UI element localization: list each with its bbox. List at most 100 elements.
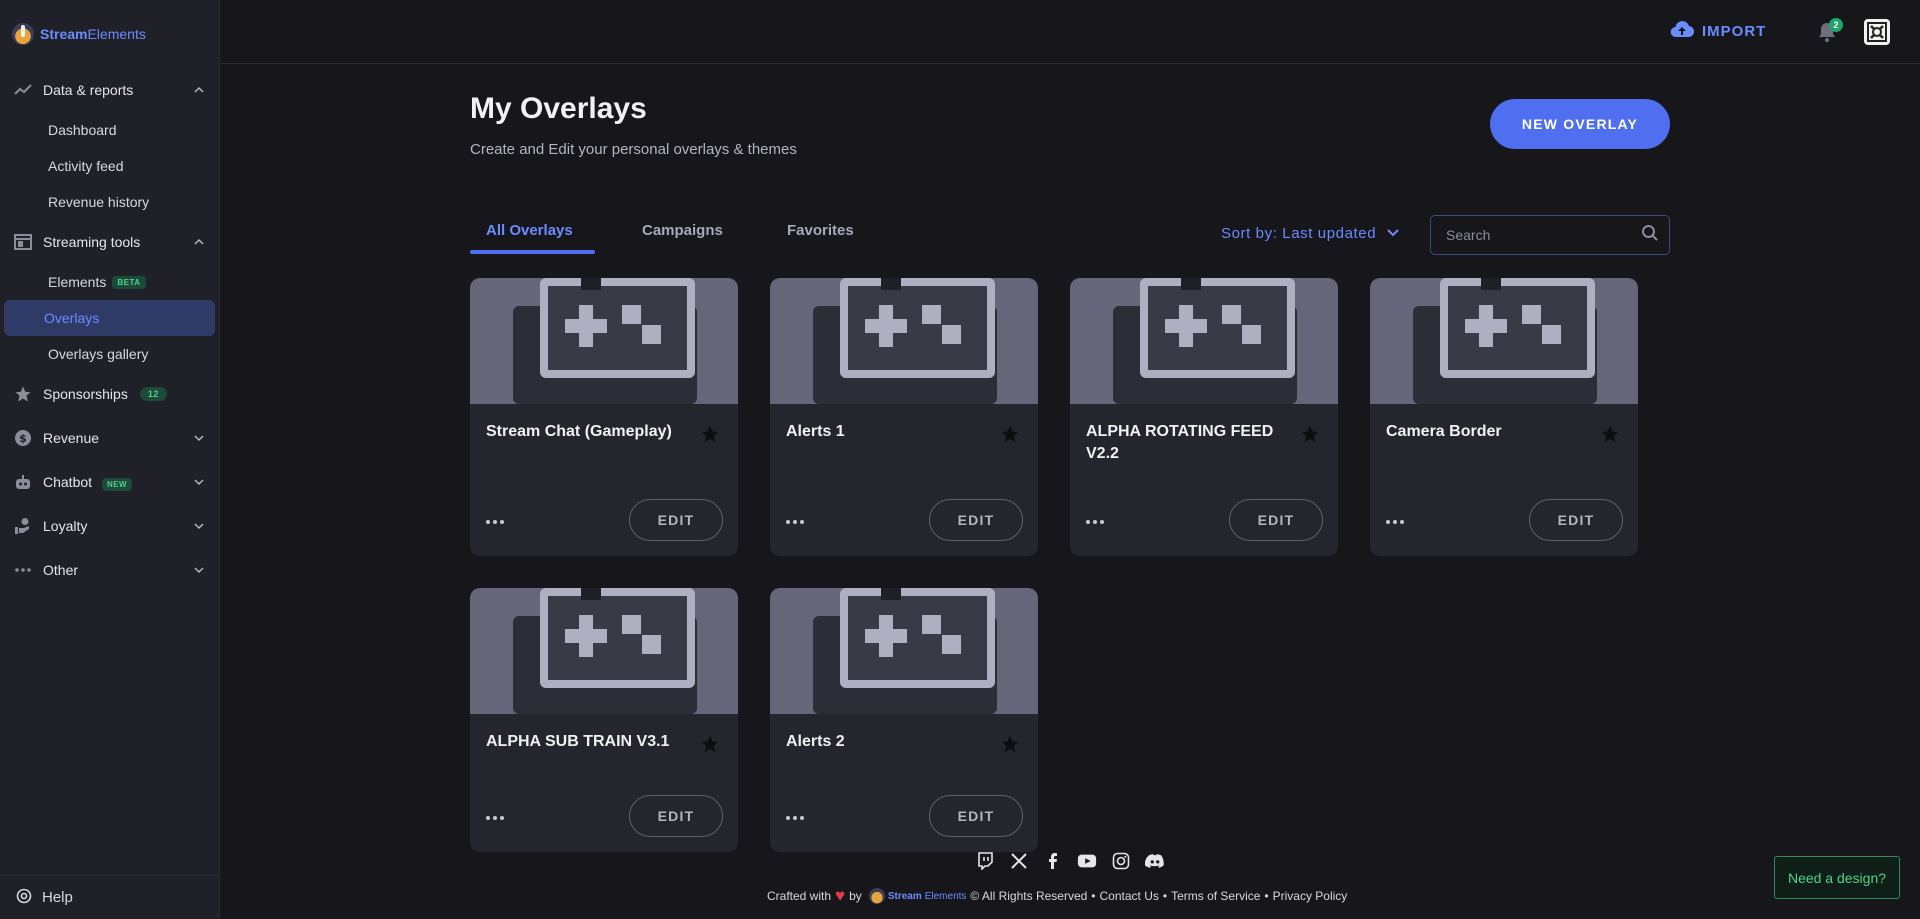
overlay-card[interactable]: Alerts 1 EDIT: [770, 278, 1038, 556]
favorite-star-icon[interactable]: [700, 734, 720, 754]
overlay-card[interactable]: Camera Border EDIT: [1370, 278, 1638, 556]
overlay-thumbnail[interactable]: [470, 588, 738, 714]
youtube-icon[interactable]: [1077, 851, 1097, 871]
sidebar-group-label: Sponsorships: [43, 386, 128, 402]
heart-icon: ♥: [835, 886, 846, 905]
brand-logo[interactable]: StreamElements: [0, 0, 219, 68]
help-link[interactable]: Help: [0, 875, 220, 919]
favorite-star-icon[interactable]: [700, 424, 720, 444]
crafted-with-text: Crafted with: [767, 889, 832, 903]
sidebar-item-revenue-history[interactable]: Revenue history: [4, 184, 215, 220]
more-options-icon[interactable]: [486, 816, 506, 822]
terms-of-service-link[interactable]: Terms of Service: [1171, 889, 1260, 903]
tab-campaigns[interactable]: Campaigns: [642, 222, 723, 239]
page-title: My Overlays: [470, 92, 647, 125]
sidebar-group-streaming-tools[interactable]: Streaming tools: [0, 220, 219, 264]
cloud-upload-icon: [1670, 20, 1695, 42]
edit-button[interactable]: EDIT: [929, 795, 1023, 837]
loyalty-hand-icon: [14, 517, 32, 535]
brand-prefix: Stream: [40, 26, 88, 42]
sidebar-item-overlays[interactable]: Overlays: [4, 300, 215, 336]
chevron-up-icon: [193, 84, 205, 96]
notification-count-badge: 2: [1829, 18, 1843, 32]
brand-suffix: Elements: [87, 26, 146, 42]
overlay-thumbnail[interactable]: [770, 588, 1038, 714]
sidebar-item-elements[interactable]: Elements BETA: [4, 264, 215, 300]
svg-text:$: $: [19, 432, 27, 445]
social-links: [975, 851, 1165, 871]
overlay-thumbnail[interactable]: [1070, 278, 1338, 404]
footer: Crafted with ♥ by Stream Elements © All R…: [767, 886, 1348, 905]
sidebar-group-data-reports[interactable]: Data & reports: [0, 68, 219, 112]
more-options-icon[interactable]: [786, 816, 806, 822]
topbar: [221, 0, 1920, 64]
search-input[interactable]: [1446, 227, 1641, 243]
sidebar-group-chatbot[interactable]: Chatbot NEW: [0, 460, 219, 504]
x-icon[interactable]: [1009, 851, 1029, 871]
more-options-icon[interactable]: [1086, 520, 1106, 526]
favorite-star-icon[interactable]: [1600, 424, 1620, 444]
edit-button[interactable]: EDIT: [1529, 499, 1623, 541]
active-tab-indicator: [470, 250, 595, 254]
privacy-policy-link[interactable]: Privacy Policy: [1273, 889, 1348, 903]
edit-button[interactable]: EDIT: [629, 499, 723, 541]
favorite-star-icon[interactable]: [1300, 424, 1320, 444]
sponsorships-count-badge: 12: [139, 387, 167, 401]
chevron-down-icon: [193, 564, 205, 576]
overlay-title: Stream Chat (Gameplay): [486, 423, 672, 440]
overlay-title: ALPHA ROTATING FEED V2.2: [1086, 423, 1274, 462]
overlay-card[interactable]: Alerts 2 EDIT: [770, 588, 1038, 852]
gamepad-icon: [840, 588, 995, 688]
sidebar-item-overlays-gallery[interactable]: Overlays gallery: [4, 336, 215, 372]
gamepad-icon: [1440, 278, 1595, 378]
beta-badge: BETA: [112, 275, 146, 289]
tab-favorites[interactable]: Favorites: [787, 222, 854, 239]
edit-button[interactable]: EDIT: [1229, 499, 1323, 541]
edit-button[interactable]: EDIT: [629, 795, 723, 837]
more-options-icon[interactable]: [786, 520, 806, 526]
sidebar-item-activity-feed[interactable]: Activity feed: [4, 148, 215, 184]
more-options-icon[interactable]: [1386, 520, 1406, 526]
need-a-design-button[interactable]: Need a design?: [1774, 856, 1900, 899]
avatar[interactable]: [1864, 19, 1890, 45]
favorite-star-icon[interactable]: [1000, 424, 1020, 444]
overlay-thumbnail[interactable]: [770, 278, 1038, 404]
search-box: [1430, 215, 1670, 255]
overlay-thumbnail[interactable]: [470, 278, 738, 404]
overlay-card[interactable]: ALPHA SUB TRAIN V3.1 EDIT: [470, 588, 738, 852]
sort-dropdown[interactable]: Sort by: Last updated: [1221, 225, 1400, 242]
favorite-star-icon[interactable]: [1000, 734, 1020, 754]
new-overlay-button[interactable]: NEW OVERLAY: [1490, 99, 1670, 149]
import-button[interactable]: IMPORT: [1670, 20, 1766, 42]
overlay-title: Camera Border: [1386, 423, 1502, 440]
gamepad-icon: [540, 278, 695, 378]
sidebar-item-dashboard[interactable]: Dashboard: [4, 112, 215, 148]
facebook-icon[interactable]: [1043, 851, 1063, 871]
sidebar-group-label: Revenue: [43, 430, 100, 446]
edit-button[interactable]: EDIT: [929, 499, 1023, 541]
sidebar-group-loyalty[interactable]: Loyalty: [0, 504, 219, 548]
gamepad-icon: [840, 278, 995, 378]
sidebar-group-other[interactable]: Other: [0, 548, 219, 592]
search-icon[interactable]: [1641, 224, 1659, 247]
help-label: Help: [42, 889, 73, 906]
sidebar-group-sponsorships[interactable]: Sponsorships 12: [0, 372, 219, 416]
overlay-card[interactable]: Stream Chat (Gameplay) EDIT: [470, 278, 738, 556]
trending-chart-icon: [14, 81, 32, 99]
chevron-down-icon: [1386, 225, 1400, 242]
footer-brand-logo[interactable]: Stream Elements: [868, 888, 966, 904]
tab-all-overlays[interactable]: All Overlays: [486, 222, 573, 239]
instagram-icon[interactable]: [1111, 851, 1131, 871]
chevron-down-icon: [193, 432, 205, 444]
notifications-button[interactable]: 2: [1818, 18, 1843, 42]
twitch-icon[interactable]: [975, 851, 995, 871]
overlay-card[interactable]: ALPHA ROTATING FEED V2.2 EDIT: [1070, 278, 1338, 556]
help-icon: [16, 888, 32, 908]
contact-us-link[interactable]: Contact Us: [1100, 889, 1159, 903]
overlay-thumbnail[interactable]: [1370, 278, 1638, 404]
discord-icon[interactable]: [1145, 851, 1165, 871]
more-options-icon[interactable]: [486, 520, 506, 526]
sidebar-group-revenue[interactable]: $ Revenue: [0, 416, 219, 460]
chevron-up-icon: [193, 236, 205, 248]
streamelements-logo-icon: [868, 888, 885, 904]
